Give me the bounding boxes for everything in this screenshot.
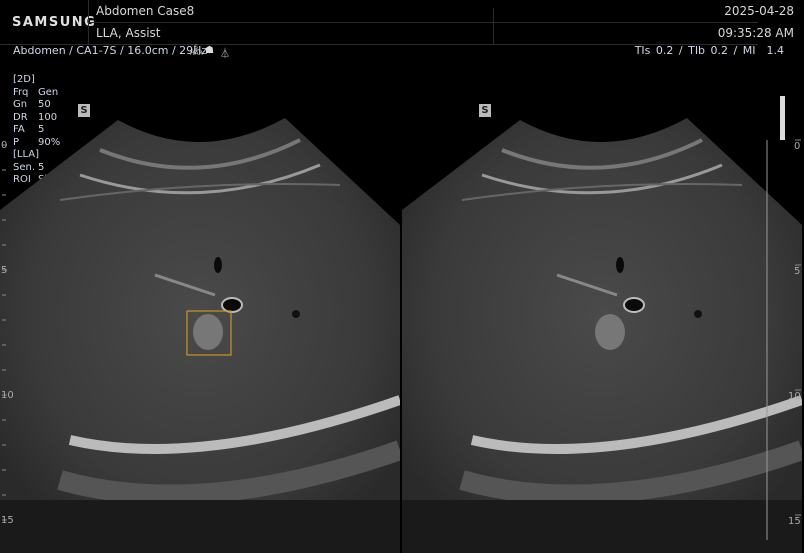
depth-label: 10 (1, 390, 14, 401)
ultrasound-image-left[interactable] (0, 118, 400, 553)
depth-label: 15 (1, 515, 14, 526)
depth-label: 5 (794, 266, 801, 277)
grayscale-bar (780, 96, 785, 140)
depth-label: 10 (788, 391, 801, 402)
depth-label: 15 (788, 516, 801, 527)
depth-label: 0 (1, 140, 8, 151)
depth-label: 0 (794, 141, 801, 152)
depth-label: 5 (1, 265, 8, 276)
ultrasound-image-right[interactable] (402, 118, 802, 553)
ultrasound-images (0, 96, 804, 553)
image-badge-right: S (479, 104, 491, 117)
image-badge-left: S (78, 104, 90, 117)
